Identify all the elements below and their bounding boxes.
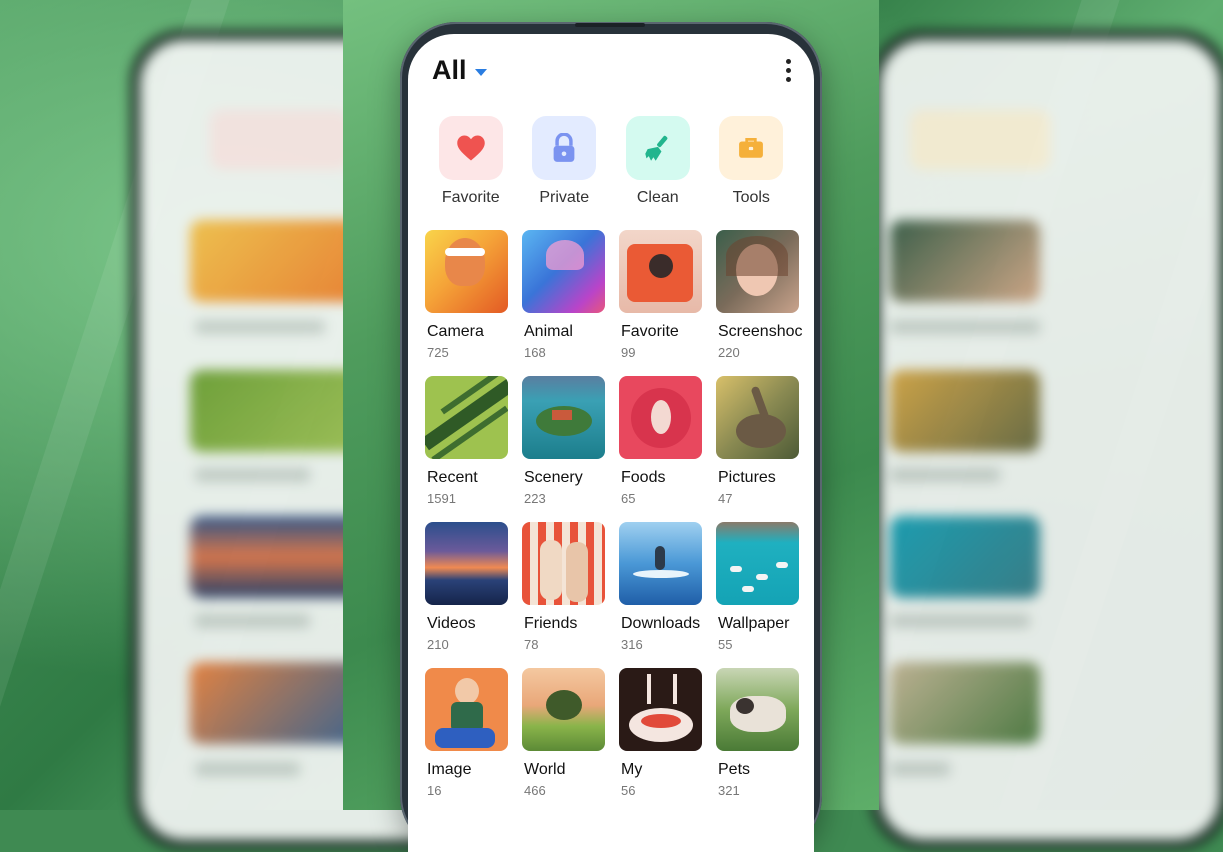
album-count: 1591 bbox=[427, 491, 456, 506]
album-count: 65 bbox=[621, 491, 636, 506]
album-count: 316 bbox=[621, 637, 643, 652]
album-wallpaper[interactable]: Wallpaper 55 bbox=[715, 522, 811, 652]
album-count: 210 bbox=[427, 637, 449, 652]
album-name: Wallpaper bbox=[718, 615, 790, 632]
album-screenshot[interactable]: Screenshoc 220 bbox=[715, 230, 811, 360]
album-grid: Camera 725 Animal 168 Favorite 99 Screen… bbox=[424, 230, 806, 798]
quick-action-label: Favorite bbox=[441, 189, 500, 206]
heart-icon bbox=[457, 135, 485, 161]
album-world[interactable]: World 466 bbox=[521, 668, 617, 798]
album-filter-title[interactable]: All bbox=[432, 55, 467, 86]
album-count: 220 bbox=[718, 345, 740, 360]
album-pictures[interactable]: Pictures 47 bbox=[715, 376, 811, 506]
album-name: Pictures bbox=[718, 469, 776, 486]
album-count: 466 bbox=[524, 783, 546, 798]
album-name: World bbox=[524, 761, 566, 778]
album-thumbnail[interactable] bbox=[522, 376, 605, 459]
quick-action-favorite[interactable]: Favorite bbox=[424, 116, 518, 207]
album-thumbnail[interactable] bbox=[716, 522, 799, 605]
album-count: 47 bbox=[718, 491, 733, 506]
album-my[interactable]: My 56 bbox=[618, 668, 714, 798]
album-name: Pets bbox=[718, 761, 751, 778]
more-options-icon[interactable] bbox=[778, 56, 798, 84]
album-thumbnail[interactable] bbox=[425, 230, 508, 313]
album-image[interactable]: Image 16 bbox=[424, 668, 520, 798]
favorite-tile[interactable] bbox=[438, 116, 503, 180]
gallery-screen: All Favorite Private Clean Tools Camera … bbox=[408, 34, 814, 852]
top-bar: All bbox=[432, 48, 798, 92]
album-pets[interactable]: Pets 321 bbox=[715, 668, 811, 798]
album-count: 16 bbox=[427, 783, 442, 798]
album-thumbnail[interactable] bbox=[716, 376, 799, 459]
album-foods[interactable]: Foods 65 bbox=[618, 376, 714, 506]
clean-tile[interactable] bbox=[625, 116, 690, 180]
album-thumbnail[interactable] bbox=[425, 522, 508, 605]
album-thumbnail[interactable] bbox=[425, 668, 508, 751]
album-name: Friends bbox=[524, 615, 578, 632]
album-count: 78 bbox=[524, 637, 539, 652]
album-name: Foods bbox=[621, 469, 666, 486]
tools-tile[interactable] bbox=[719, 116, 784, 180]
album-thumbnail[interactable] bbox=[522, 522, 605, 605]
album-scenery[interactable]: Scenery 223 bbox=[521, 376, 617, 506]
album-name: Scenery bbox=[524, 469, 583, 486]
album-recent[interactable]: Recent 1591 bbox=[424, 376, 520, 506]
album-name: Favorite bbox=[621, 323, 679, 340]
album-favorite[interactable]: Favorite 99 bbox=[618, 230, 714, 360]
private-tile[interactable] bbox=[532, 116, 597, 180]
album-animal[interactable]: Animal 168 bbox=[521, 230, 617, 360]
quick-action-tools[interactable]: Tools bbox=[705, 116, 799, 207]
album-name: Animal bbox=[524, 323, 573, 340]
quick-action-label: Clean bbox=[636, 189, 679, 206]
album-name: Recent bbox=[427, 469, 478, 486]
speaker-grille bbox=[575, 23, 645, 27]
quick-action-private[interactable]: Private bbox=[518, 116, 612, 207]
broom-icon bbox=[645, 135, 668, 161]
dropdown-caret-icon[interactable] bbox=[474, 68, 487, 76]
album-name: Image bbox=[427, 761, 472, 778]
quick-action-clean[interactable]: Clean bbox=[611, 116, 705, 207]
album-name: Downloads bbox=[621, 615, 701, 632]
quick-action-label: Tools bbox=[732, 189, 770, 206]
album-name: Screenshoc bbox=[718, 323, 803, 340]
album-thumbnail[interactable] bbox=[425, 376, 508, 459]
album-count: 56 bbox=[621, 783, 636, 798]
album-count: 725 bbox=[427, 345, 449, 360]
album-name: Videos bbox=[427, 615, 476, 632]
album-friends[interactable]: Friends 78 bbox=[521, 522, 617, 652]
album-camera[interactable]: Camera 725 bbox=[424, 230, 520, 360]
album-thumbnail[interactable] bbox=[716, 230, 799, 313]
album-thumbnail[interactable] bbox=[619, 668, 702, 751]
album-name: Camera bbox=[427, 323, 484, 340]
album-count: 321 bbox=[718, 783, 740, 798]
album-thumbnail[interactable] bbox=[522, 668, 605, 751]
album-count: 99 bbox=[621, 345, 636, 360]
album-count: 168 bbox=[524, 345, 546, 360]
album-videos[interactable]: Videos 210 bbox=[424, 522, 520, 652]
album-thumbnail[interactable] bbox=[522, 230, 605, 313]
album-thumbnail[interactable] bbox=[619, 376, 702, 459]
lock-icon bbox=[553, 133, 575, 162]
album-thumbnail[interactable] bbox=[619, 230, 702, 313]
quick-action-label: Private bbox=[539, 189, 590, 206]
album-count: 55 bbox=[718, 637, 733, 652]
album-count: 223 bbox=[524, 491, 546, 506]
album-thumbnail[interactable] bbox=[619, 522, 702, 605]
album-downloads[interactable]: Downloads 316 bbox=[618, 522, 714, 652]
blurred-phone-right bbox=[870, 30, 1223, 850]
album-thumbnail[interactable] bbox=[716, 668, 799, 751]
phone-frame: All Favorite Private Clean Tools Camera … bbox=[400, 22, 822, 852]
album-name: My bbox=[621, 761, 643, 778]
quick-actions: Favorite Private Clean Tools bbox=[424, 116, 798, 207]
toolbox-icon bbox=[739, 137, 764, 158]
